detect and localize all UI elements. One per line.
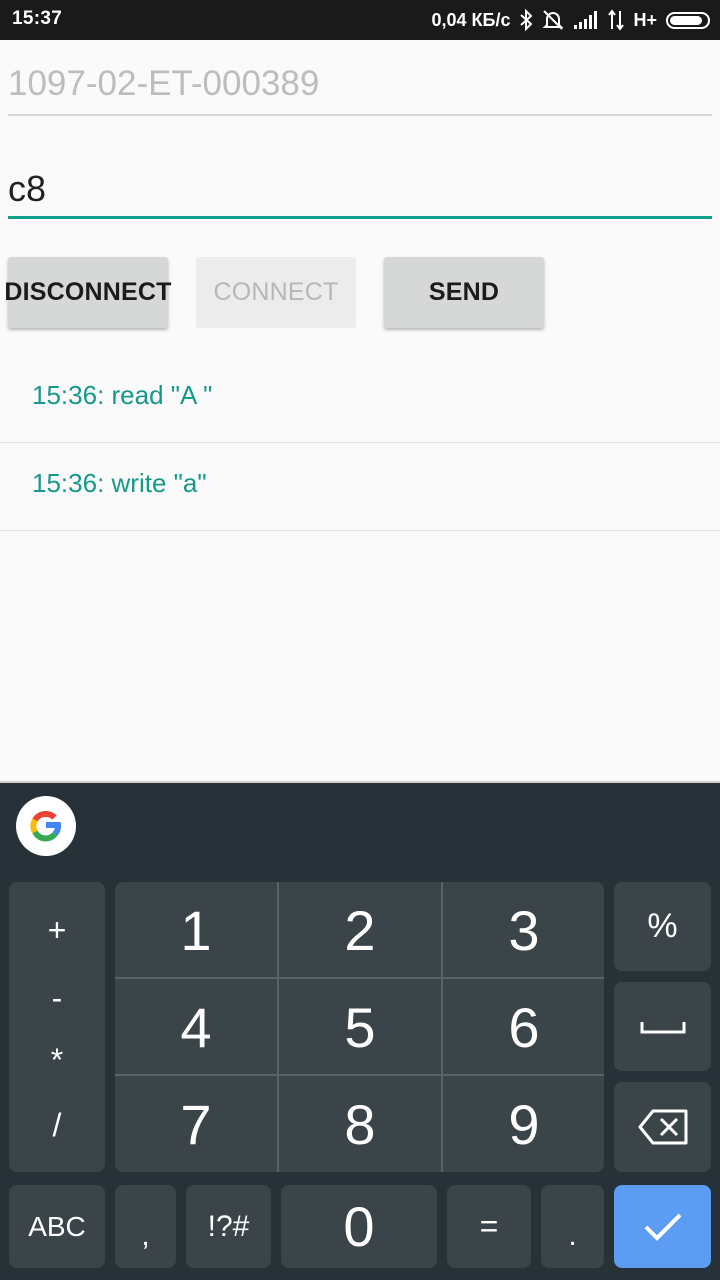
digit-key-4[interactable]: 4 [115,979,277,1075]
status-icons: 0,04 КБ/с H+ [431,0,710,40]
data-arrows-icon [608,9,625,31]
plus-key[interactable]: + [9,912,105,949]
disconnect-button[interactable]: DISCONNECT [4,257,171,328]
keyboard-divider [0,781,720,783]
key-divider [115,977,604,979]
key-divider [115,1074,604,1076]
done-key[interactable] [614,1185,711,1268]
message-field[interactable]: c8 [8,162,712,219]
numeric-keyboard: + - * / 1 2 3 4 5 6 7 8 9 % ABC , !?# 0 … [0,781,720,1280]
digit-key-3[interactable]: 3 [443,882,604,978]
network-speed: 0,04 КБ/с [431,9,511,30]
message-value: c8 [8,168,47,209]
device-id-field[interactable]: 1097-02-ET-000389 [8,62,712,116]
symbols-key-group[interactable]: + - * / [9,882,105,1172]
digit-key-2[interactable]: 2 [279,882,441,978]
digit-key-5[interactable]: 5 [279,979,441,1075]
slash-key[interactable]: / [9,1107,105,1144]
digit-key-1[interactable]: 1 [115,882,277,978]
minus-key[interactable]: - [9,980,105,1017]
equals-key[interactable]: = [447,1185,531,1268]
period-key[interactable]: . [541,1185,604,1268]
space-key[interactable] [614,982,711,1071]
battery-icon [666,11,710,29]
comma-key[interactable]: , [115,1185,176,1268]
google-g-icon [30,810,62,842]
bluetooth-icon [520,9,533,31]
percent-key[interactable]: % [614,882,711,971]
connect-button[interactable]: CONNECT [196,257,356,328]
signal-icon [574,11,598,29]
list-item[interactable]: 15:36: write "a" [0,442,720,531]
digit-key-9[interactable]: 9 [443,1076,604,1172]
number-pad: 1 2 3 4 5 6 7 8 9 [115,882,604,1172]
status-bar: 15:37 0,04 КБ/с H+ [0,0,720,40]
send-button[interactable]: SEND [384,257,544,328]
device-id-placeholder: 1097-02-ET-000389 [8,64,320,103]
backspace-key[interactable] [614,1082,711,1172]
abc-key[interactable]: ABC [9,1185,105,1268]
digit-key-8[interactable]: 8 [279,1076,441,1172]
special-chars-key[interactable]: !?# [186,1185,271,1268]
backspace-icon [638,1109,687,1145]
log-entry-text: 15:36: write "a" [32,468,207,498]
space-icon [640,1021,685,1033]
checkmark-icon [644,1213,681,1241]
key-divider [277,882,279,1172]
key-divider [441,882,443,1172]
status-time: 15:37 [12,8,63,29]
asterisk-key[interactable]: * [9,1042,105,1079]
digit-key-7[interactable]: 7 [115,1076,277,1172]
digit-key-6[interactable]: 6 [443,979,604,1075]
network-type: H+ [633,9,657,30]
list-item[interactable]: 15:36: read "A " [0,354,720,443]
zero-key[interactable]: 0 [281,1185,437,1268]
google-icon[interactable] [16,796,76,856]
log-entry-text: 15:36: read "A " [32,380,213,410]
bell-muted-icon [543,10,564,30]
